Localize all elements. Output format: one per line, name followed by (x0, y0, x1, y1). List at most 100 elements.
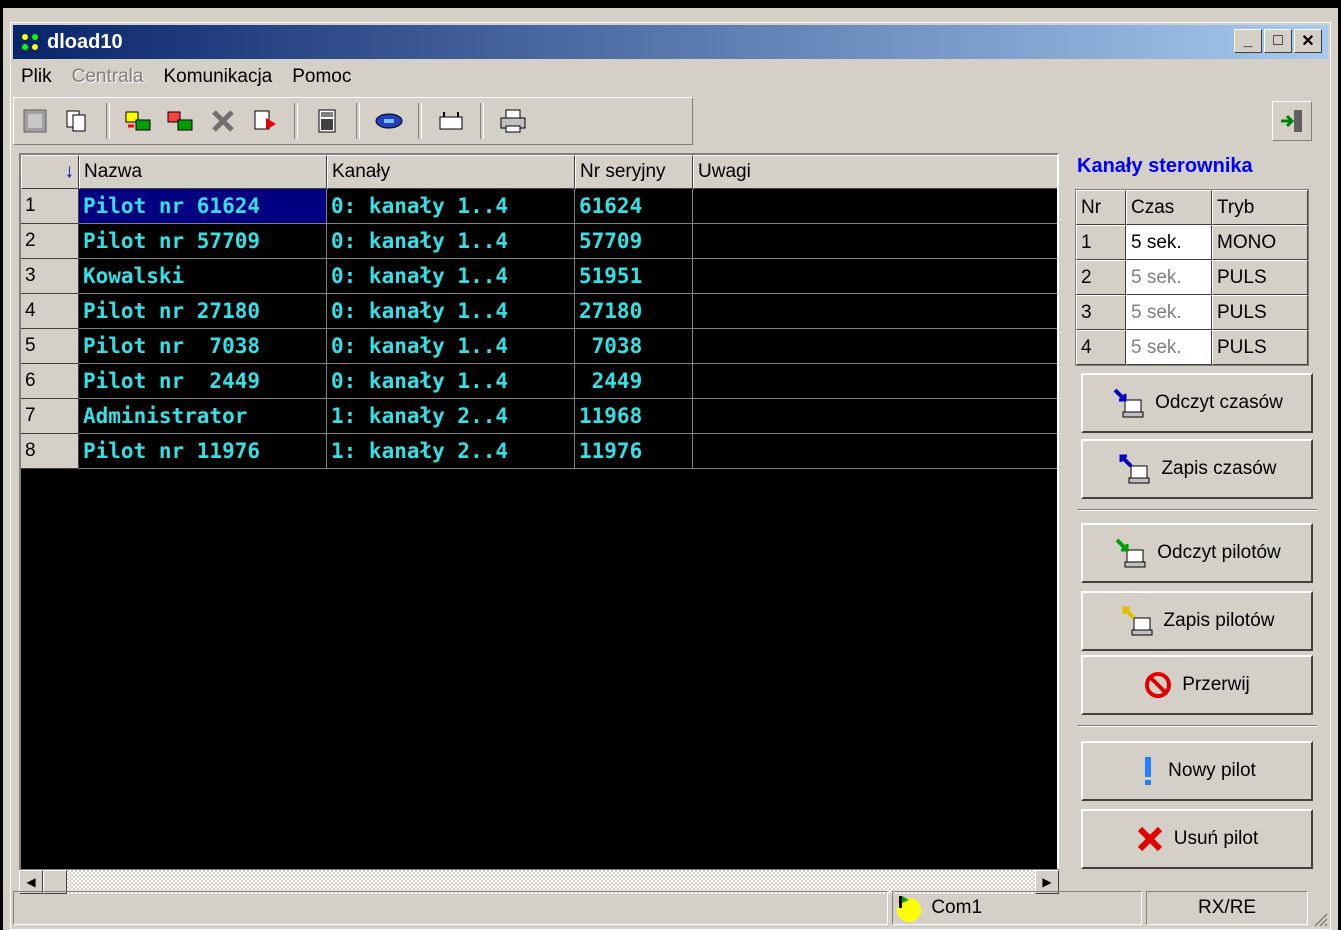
table-row[interactable]: 7 Administrator 1: kanały 2..4 11968 (21, 399, 1057, 434)
toolbar-calculator-button[interactable] (310, 104, 344, 138)
cell-notes[interactable] (693, 399, 1057, 434)
row-number[interactable]: 7 (21, 399, 79, 434)
toolbar-print-button[interactable] (496, 104, 530, 138)
minimize-icon: _ (1243, 32, 1253, 49)
menu-help[interactable]: Pomoc (284, 66, 363, 88)
sort-arrow-icon[interactable]: ↓ (21, 155, 79, 189)
cell-name[interactable]: Pilot nr 57709 (79, 224, 327, 259)
toolbar-export-ca-button[interactable] (164, 104, 198, 138)
row-number[interactable]: 5 (21, 329, 79, 364)
cell-channels[interactable]: 0: kanały 1..4 (327, 294, 575, 329)
channel-row[interactable]: 4 5 sek. PULS (1076, 330, 1308, 365)
cell-notes[interactable] (693, 364, 1057, 399)
cell-name[interactable]: Pilot nr 11976 (79, 434, 327, 469)
channel-mode[interactable]: MONO (1212, 225, 1308, 260)
cell-serial[interactable]: 51951 (575, 259, 693, 294)
toolbar-delete-button[interactable] (206, 104, 240, 138)
table-row[interactable]: 2 Pilot nr 57709 0: kanały 1..4 57709 (21, 224, 1057, 259)
channel-mode[interactable]: PULS (1212, 295, 1308, 330)
title-bar[interactable]: dload10 _ □ ✕ (13, 25, 1328, 59)
cell-channels[interactable]: 0: kanały 1..4 (327, 259, 575, 294)
channel-time-input[interactable]: 5 sek. (1126, 260, 1212, 295)
channel-row[interactable]: 2 5 sek. PULS (1076, 260, 1308, 295)
cell-serial[interactable]: 61624 (575, 189, 693, 224)
toolbar-remote-button[interactable] (372, 104, 406, 138)
cell-channels[interactable]: 1: kanały 2..4 (327, 399, 575, 434)
cell-serial[interactable]: 7038 (575, 329, 693, 364)
read-remotes-button[interactable]: Odczyt pilotów (1081, 523, 1313, 583)
row-number[interactable]: 2 (21, 224, 79, 259)
channel-time-input[interactable]: 5 sek. (1126, 295, 1212, 330)
write-remotes-button[interactable]: Zapis pilotów (1081, 591, 1313, 651)
remotes-grid[interactable]: ↓ Nazwa Kanały Nr seryjny Uwagi 1 Pilot … (19, 153, 1059, 883)
cell-notes[interactable] (693, 224, 1057, 259)
cell-channels[interactable]: 0: kanały 1..4 (327, 364, 575, 399)
read-times-label: Odczyt czasów (1155, 392, 1283, 413)
table-row[interactable]: 3 Kowalski 0: kanały 1..4 51951 (21, 259, 1057, 294)
write-times-button[interactable]: Zapis czasów (1081, 439, 1313, 499)
row-number[interactable]: 4 (21, 294, 79, 329)
cell-name[interactable]: Pilot nr 7038 (79, 329, 327, 364)
column-header-nr: Nr (1076, 190, 1126, 225)
menu-communication[interactable]: Komunikacja (155, 66, 284, 88)
table-row[interactable]: 5 Pilot nr 7038 0: kanały 1..4 7038 (21, 329, 1057, 364)
cell-serial[interactable]: 57709 (575, 224, 693, 259)
toolbar-paste-button[interactable] (248, 104, 282, 138)
toolbar-import-ca-button[interactable] (122, 104, 156, 138)
toolbar-device-button[interactable] (434, 104, 468, 138)
channels-table-header: Nr Czas Tryb (1076, 190, 1308, 225)
cell-channels[interactable]: 0: kanały 1..4 (327, 329, 575, 364)
resize-grip-icon[interactable] (1312, 911, 1328, 927)
channel-row[interactable]: 1 5 sek. MONO (1076, 225, 1308, 260)
cell-name[interactable]: Pilot nr 61624 (79, 189, 327, 224)
cell-channels[interactable]: 0: kanały 1..4 (327, 189, 575, 224)
new-remote-button[interactable]: Nowy pilot (1081, 741, 1313, 801)
menu-centrala[interactable]: Centrala (64, 66, 156, 88)
exit-button[interactable] (1272, 101, 1312, 141)
channel-time-input[interactable]: 5 sek. (1126, 225, 1212, 260)
cell-channels[interactable]: 1: kanały 2..4 (327, 434, 575, 469)
read-times-button[interactable]: Odczyt czasów (1081, 373, 1313, 433)
channel-time-input[interactable]: 5 sek. (1126, 330, 1212, 365)
column-header-name[interactable]: Nazwa (79, 155, 327, 189)
cell-channels[interactable]: 0: kanały 1..4 (327, 224, 575, 259)
cell-name[interactable]: Administrator (79, 399, 327, 434)
row-number[interactable]: 8 (21, 434, 79, 469)
channel-mode[interactable]: PULS (1212, 330, 1308, 365)
cell-notes[interactable] (693, 294, 1057, 329)
column-header-notes[interactable]: Uwagi (693, 155, 1057, 189)
table-row[interactable]: 6 Pilot nr 2449 0: kanały 1..4 2449 (21, 364, 1057, 399)
column-header-serial[interactable]: Nr seryjny (575, 155, 693, 189)
cell-serial[interactable]: 27180 (575, 294, 693, 329)
cell-name[interactable]: Pilot nr 2449 (79, 364, 327, 399)
channel-mode[interactable]: PULS (1212, 260, 1308, 295)
table-row[interactable]: 4 Pilot nr 27180 0: kanały 1..4 27180 (21, 294, 1057, 329)
row-number[interactable]: 1 (21, 189, 79, 224)
abort-button[interactable]: Przerwij (1081, 655, 1313, 715)
cell-serial[interactable]: 11968 (575, 399, 693, 434)
cell-notes[interactable] (693, 189, 1057, 224)
toolbar-copy-button[interactable] (60, 104, 94, 138)
cell-notes[interactable] (693, 434, 1057, 469)
delete-remote-button[interactable]: Usuń pilot (1081, 809, 1313, 869)
cell-serial[interactable]: 11976 (575, 434, 693, 469)
cell-serial[interactable]: 2449 (575, 364, 693, 399)
table-row[interactable]: 1 Pilot nr 61624 0: kanały 1..4 61624 (21, 189, 1057, 224)
toolbar-open-button[interactable] (18, 104, 52, 138)
column-header-channels[interactable]: Kanały (327, 155, 575, 189)
menu-file[interactable]: Plik (13, 66, 64, 88)
cell-name[interactable]: Kowalski (79, 259, 327, 294)
row-number[interactable]: 3 (21, 259, 79, 294)
exit-door-icon (1281, 110, 1302, 132)
channel-row[interactable]: 3 5 sek. PULS (1076, 295, 1308, 330)
table-row[interactable]: 8 Pilot nr 11976 1: kanały 2..4 11976 (21, 434, 1057, 469)
cell-notes[interactable] (693, 259, 1057, 294)
maximize-button[interactable]: □ (1264, 29, 1292, 53)
minimize-button[interactable]: _ (1234, 29, 1262, 53)
toolbar-separator (106, 103, 110, 139)
row-number[interactable]: 6 (21, 364, 79, 399)
close-button[interactable]: ✕ (1294, 29, 1322, 53)
cell-name[interactable]: Pilot nr 27180 (79, 294, 327, 329)
cell-notes[interactable] (693, 329, 1057, 364)
abort-label: Przerwij (1182, 674, 1250, 695)
